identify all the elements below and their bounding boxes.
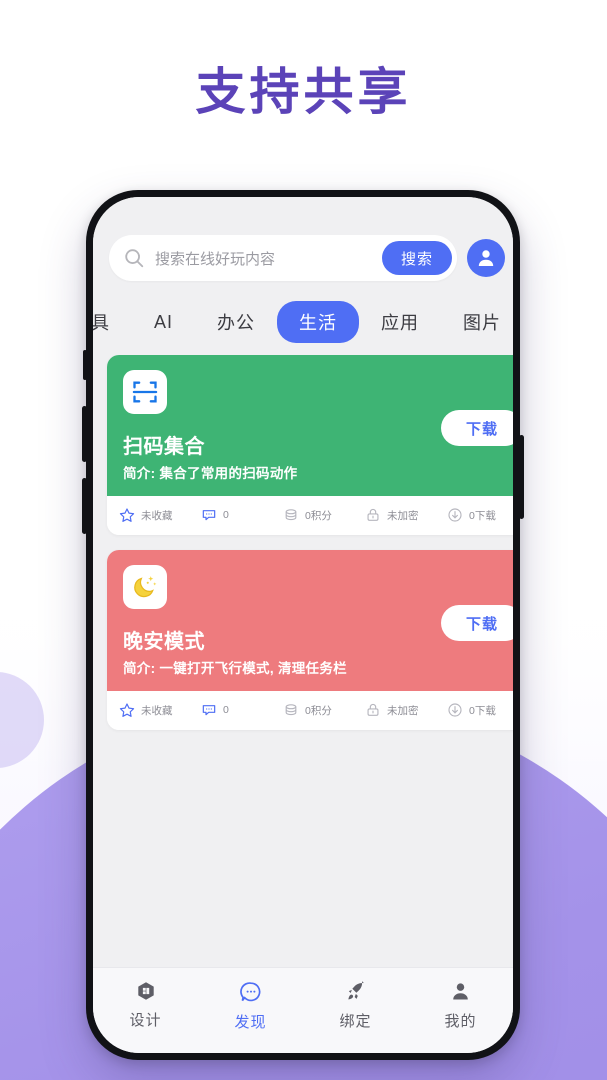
stat-favorite[interactable]: 未收藏	[119, 702, 201, 718]
lock-icon	[367, 508, 379, 521]
stat-comments-label: 0	[223, 704, 229, 716]
app-topbar: 搜索在线好玩内容 搜索	[93, 197, 513, 293]
database-icon	[285, 704, 297, 716]
tab-life[interactable]: 生活	[277, 301, 360, 343]
phone-volume-up-button[interactable]	[82, 406, 87, 462]
lock-icon	[367, 703, 379, 716]
stat-encryption: 未加密	[365, 702, 447, 718]
search-icon	[125, 249, 144, 268]
phone-mockup: 搜索在线好玩内容 搜索 具 AI 办公 生活 应用 图片 扫码集合 简介: 集合…	[82, 190, 524, 1060]
category-tabs[interactable]: 具 AI 办公 生活 应用 图片	[93, 293, 513, 355]
comment-icon	[202, 510, 216, 521]
stat-points: 0积分	[283, 702, 365, 718]
nav-item-bind[interactable]: 绑定	[303, 980, 408, 1031]
phone-screen: 搜索在线好玩内容 搜索 具 AI 办公 生活 应用 图片 扫码集合 简介: 集合…	[93, 197, 513, 1053]
tab-apps[interactable]: 应用	[359, 301, 441, 343]
app-icon-scan	[123, 370, 167, 414]
card-description: 简介: 一键打开飞行模式, 清理任务栏	[123, 661, 347, 676]
nav-label-design: 设计	[129, 1012, 162, 1029]
page-title: 支持共享	[195, 64, 412, 120]
stat-encryption-label: 未加密	[387, 704, 419, 717]
tab-tools[interactable]: 具	[93, 301, 132, 343]
comment-icon	[202, 705, 216, 716]
tab-ai[interactable]: AI	[132, 304, 195, 341]
download-icon	[448, 508, 462, 522]
stat-comments[interactable]: 0	[201, 702, 283, 718]
table-row[interactable]: 扫码集合 简介: 集合了常用的扫码动作 下载 未收藏 0 0积分 未加密 0下载	[107, 355, 513, 535]
stat-favorite[interactable]: 未收藏	[119, 507, 201, 523]
search-placeholder-text: 搜索在线好玩内容	[155, 250, 276, 268]
phone-volume-down-button[interactable]	[82, 478, 87, 534]
nav-label-discover: 发现	[234, 1014, 267, 1031]
avatar[interactable]	[467, 239, 505, 277]
card-header-scan: 扫码集合 简介: 集合了常用的扫码动作 下载	[107, 355, 513, 496]
nav-item-profile[interactable]: 我的	[408, 980, 513, 1031]
nav-item-design[interactable]: 设计	[93, 980, 198, 1030]
stat-points: 0积分	[283, 507, 365, 523]
table-row[interactable]: 晚安模式 简介: 一键打开飞行模式, 清理任务栏 下载 未收藏 0 0积分 未加…	[107, 550, 513, 730]
stat-downloads-label: 0下载	[469, 509, 496, 522]
moon-icon	[134, 576, 157, 598]
phone-power-button[interactable]	[519, 435, 524, 519]
stat-comments[interactable]: 0	[201, 507, 283, 523]
tab-office[interactable]: 办公	[195, 301, 277, 343]
stat-downloads: 0下载	[447, 702, 513, 718]
card-stats-row: 未收藏 0 0积分 未加密 0下载	[107, 691, 513, 730]
phone-mute-button[interactable]	[83, 350, 87, 380]
search-button[interactable]: 搜索	[381, 241, 452, 275]
stat-favorite-label: 未收藏	[141, 704, 173, 717]
stat-downloads: 0下载	[447, 507, 513, 523]
search-row: 搜索在线好玩内容 搜索	[93, 235, 513, 281]
bottom-navigation: 设计 发现 绑定 我的	[93, 967, 513, 1053]
search-input[interactable]: 搜索在线好玩内容 搜索	[109, 235, 457, 281]
nav-label-bind: 绑定	[339, 1013, 372, 1030]
app-icon-goodnight	[123, 565, 167, 609]
stat-encryption-label: 未加密	[387, 509, 419, 522]
stat-points-label: 0积分	[305, 704, 332, 717]
download-button[interactable]: 下载	[440, 410, 513, 446]
stat-points-label: 0积分	[305, 509, 332, 522]
card-header-goodnight: 晚安模式 简介: 一键打开飞行模式, 清理任务栏 下载	[107, 550, 513, 691]
chat-discover-icon	[239, 982, 260, 1002]
star-icon	[119, 703, 135, 717]
rocket-bind-icon	[348, 981, 364, 1000]
card-description: 简介: 集合了常用的扫码动作	[123, 466, 298, 481]
card-stats-row: 未收藏 0 0积分 未加密 0下载	[107, 496, 513, 535]
hexagon-design-icon	[137, 982, 154, 1000]
download-icon	[448, 703, 462, 717]
nav-item-discover[interactable]: 发现	[198, 980, 303, 1032]
person-profile-icon	[453, 983, 468, 1000]
app-card-list: 扫码集合 简介: 集合了常用的扫码动作 下载 未收藏 0 0积分 未加密 0下载…	[93, 355, 513, 967]
user-avatar-icon	[478, 250, 494, 266]
star-icon	[119, 508, 135, 522]
database-icon	[285, 509, 297, 521]
download-button[interactable]: 下载	[440, 605, 513, 641]
tab-images[interactable]: 图片	[441, 301, 513, 343]
scan-code-icon	[132, 381, 158, 403]
stat-downloads-label: 0下载	[469, 704, 496, 717]
stat-favorite-label: 未收藏	[141, 509, 173, 522]
stat-comments-label: 0	[223, 509, 229, 521]
stat-encryption: 未加密	[365, 507, 447, 523]
nav-label-profile: 我的	[444, 1013, 477, 1030]
